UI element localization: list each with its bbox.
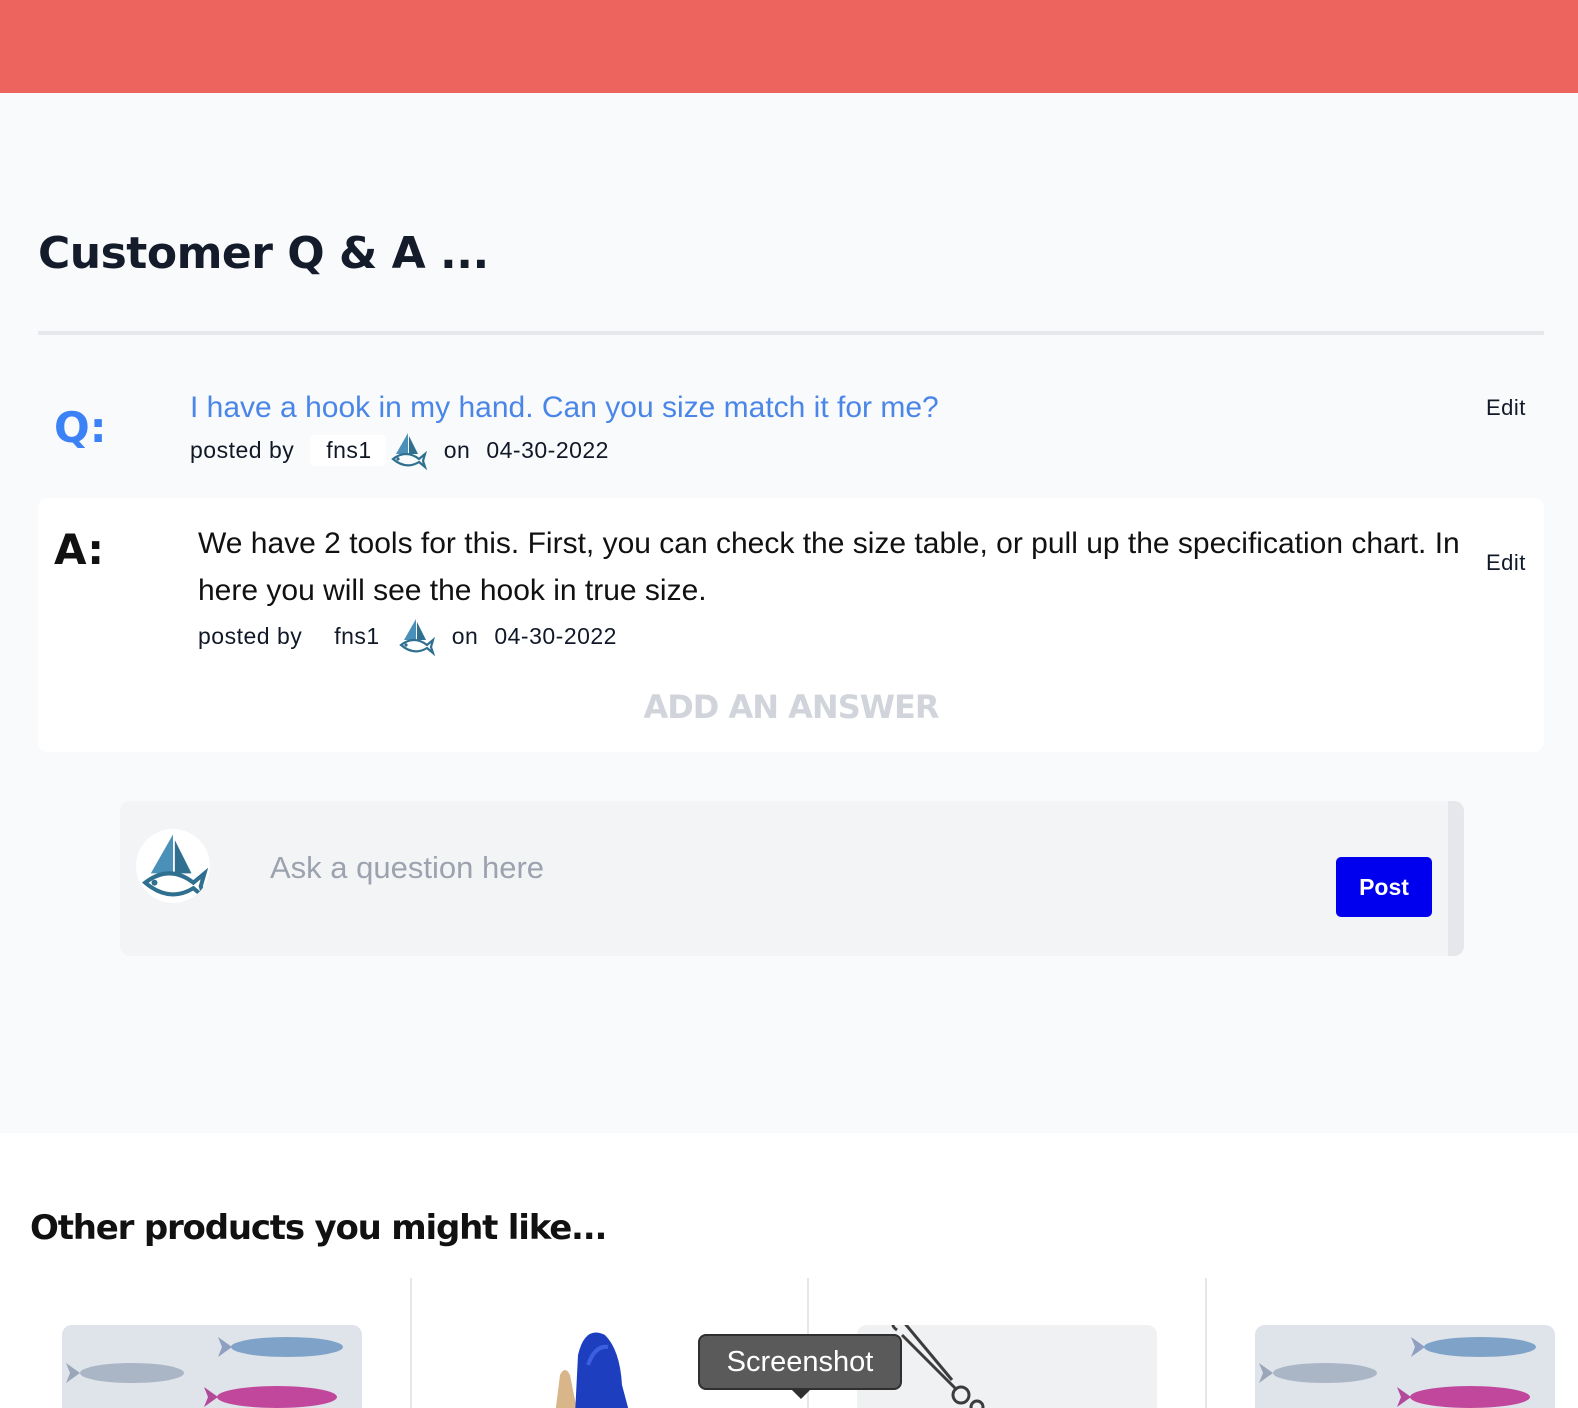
question-username: fns1 xyxy=(310,434,386,466)
answer-card: A: We have 2 tools for this. First, you … xyxy=(38,498,1544,752)
post-button[interactable]: Post xyxy=(1336,857,1432,917)
product-card-snap-swivel[interactable] xyxy=(857,1325,1157,1408)
question-link[interactable]: I have a hook in my hand. Can you size m… xyxy=(190,391,939,425)
question-label: Q: xyxy=(54,403,107,452)
ask-question-box: Post xyxy=(120,801,1464,956)
edit-answer-button[interactable]: Edit xyxy=(1486,550,1526,576)
avatar xyxy=(136,829,210,903)
tooltip-arrow xyxy=(790,1388,812,1399)
ask-question-input[interactable] xyxy=(270,843,1270,893)
column-divider xyxy=(1205,1278,1207,1408)
user-logo-icon xyxy=(388,430,428,470)
other-products-title: Other products you might like... xyxy=(30,1208,607,1248)
question-meta: posted by fns1 on 04-30-2022 xyxy=(190,430,609,470)
on-label: on xyxy=(443,436,471,463)
brand-logo-icon xyxy=(136,829,210,903)
fish-lures-image xyxy=(62,1325,362,1408)
top-header-bar xyxy=(0,0,1578,93)
snap-swivel-image xyxy=(857,1325,1157,1408)
screenshot-tooltip: Screenshot xyxy=(698,1334,902,1390)
product-card-fish-lures[interactable] xyxy=(1255,1325,1555,1408)
answer-meta: posted by fns1 on 04-30-2022 xyxy=(198,616,617,656)
fish-lures-image xyxy=(1255,1325,1555,1408)
on-label: on xyxy=(451,622,479,649)
product-card-fish-lures[interactable] xyxy=(62,1325,362,1408)
qa-section-title: Customer Q & A ... xyxy=(38,228,489,279)
question-date: 04-30-2022 xyxy=(486,436,609,463)
posted-by-label: posted by xyxy=(198,622,303,649)
add-answer-button[interactable]: ADD AN ANSWER xyxy=(38,688,1544,726)
answer-username: fns1 xyxy=(318,620,394,652)
posted-by-label: posted by xyxy=(190,436,295,463)
edit-question-button[interactable]: Edit xyxy=(1486,395,1526,421)
answer-text: We have 2 tools for this. First, you can… xyxy=(198,527,1460,607)
user-logo-icon xyxy=(396,616,436,656)
answer-label: A: xyxy=(54,525,105,574)
answer-date: 04-30-2022 xyxy=(494,622,617,649)
qa-divider xyxy=(38,331,1544,335)
column-divider xyxy=(410,1278,412,1408)
customer-qa-section: Customer Q & A ... Q: I have a hook in m… xyxy=(0,93,1578,1133)
